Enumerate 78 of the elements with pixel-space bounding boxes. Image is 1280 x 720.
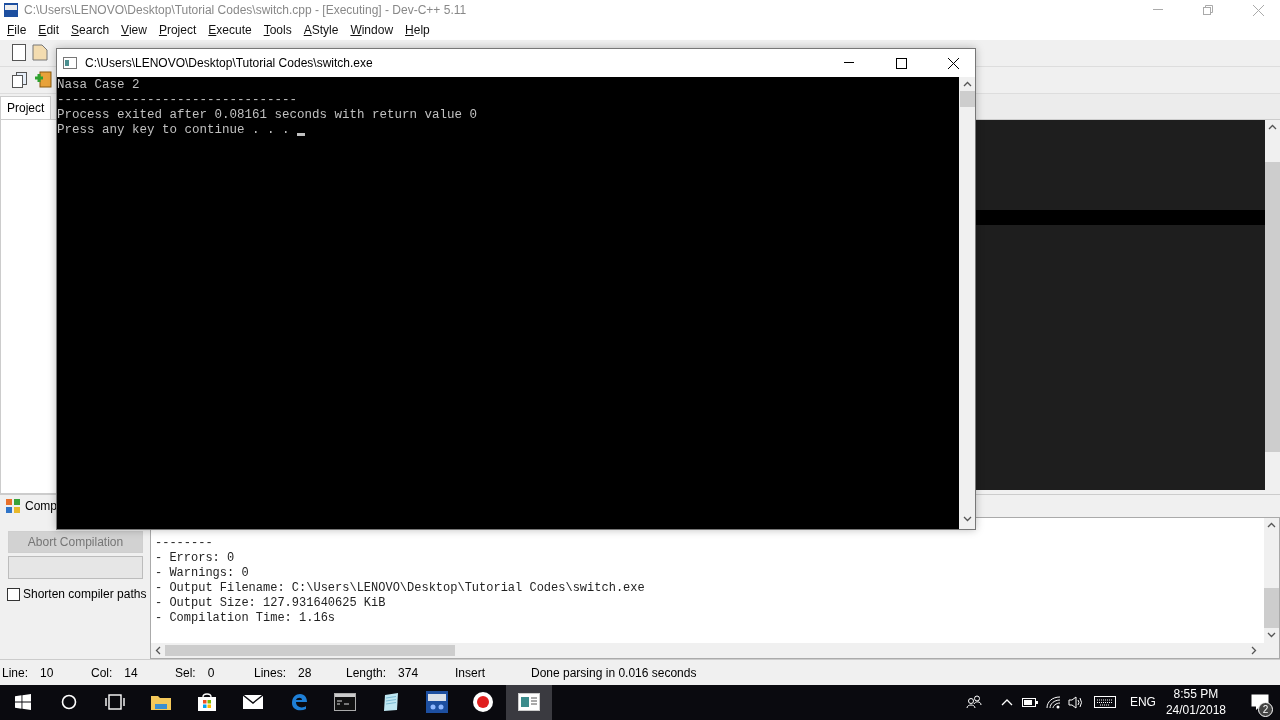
vertical-scrollbar[interactable] (1264, 518, 1279, 644)
minimize-icon[interactable] (844, 62, 854, 64)
menu-item[interactable]: AStyle (298, 22, 346, 37)
output-line: - Warnings: 0 (155, 566, 250, 582)
status-label: Sel: (175, 665, 196, 680)
add-file-icon[interactable] (34, 71, 52, 89)
console-app-icon (63, 57, 77, 69)
checkbox-label: Shorten compiler paths (23, 587, 147, 602)
notepad-icon[interactable] (381, 692, 401, 713)
people-icon[interactable] (966, 695, 983, 710)
output-line: - Output Size: 127.931640625 KiB (155, 596, 387, 612)
edit-mode: Insert (455, 665, 485, 680)
menu-item[interactable]: Window (345, 22, 401, 37)
console-line: Press any key to continue . . . (57, 123, 291, 138)
window-title: C:\Users\LENOVO\Desktop\Tutorial Codes\switch.cpp - [Executing] - Dev-C++ 5.11 (24, 3, 468, 17)
browser-icon[interactable] (289, 692, 309, 713)
status-value: 374 (398, 665, 419, 680)
menu-item[interactable]: Edit (33, 22, 67, 37)
clock-time[interactable]: 8:55 PM (1173, 686, 1219, 703)
menu-item[interactable]: Help (400, 22, 437, 37)
task-view-icon[interactable] (105, 694, 125, 711)
open-file-icon[interactable] (32, 44, 48, 62)
clock-date[interactable]: 24/01/2018 (1165, 702, 1226, 719)
output-line: - Errors: 0 (155, 551, 236, 567)
status-value: 14 (124, 665, 138, 680)
status-value: 0 (207, 665, 215, 680)
windows-logo-icon[interactable] (15, 694, 31, 711)
menu-item[interactable]: Project (153, 22, 204, 37)
language-indicator[interactable]: ENG (1129, 695, 1156, 710)
scrollbar-thumb[interactable] (1264, 588, 1279, 629)
scrollbar-thumb[interactable] (959, 91, 975, 107)
menu-item[interactable]: Tools (258, 22, 299, 37)
maximize-icon[interactable] (895, 57, 907, 69)
keyboard-icon[interactable] (1093, 696, 1116, 709)
panel-tab[interactable]: Project (0, 95, 52, 119)
output-line: -------- (155, 536, 214, 552)
status-label: Lines: (254, 665, 287, 680)
status-label: Line: (2, 665, 29, 680)
new-file-icon[interactable] (12, 44, 26, 62)
status-label: Length: (346, 665, 387, 680)
battery-icon[interactable] (1022, 698, 1039, 707)
envelope-icon[interactable] (242, 694, 264, 711)
status-label: Col: (91, 665, 113, 680)
console-title: C:\Users\LENOVO\Desktop\Tutorial Codes\switch.exe (85, 56, 374, 70)
record-icon[interactable] (472, 691, 494, 714)
speaker-icon[interactable] (1068, 696, 1085, 709)
menu-item[interactable]: Search (66, 22, 117, 37)
menu-item[interactable]: View (116, 22, 154, 37)
scrollbar-thumb[interactable] (165, 645, 455, 657)
app-window-icon[interactable] (518, 693, 540, 712)
status-value: 28 (298, 665, 312, 680)
panel-tab[interactable]: Comp (25, 499, 57, 514)
close-icon[interactable] (947, 57, 959, 69)
copy-icon[interactable] (12, 71, 28, 88)
grid-icon (6, 498, 21, 514)
status-value: 10 (40, 665, 54, 680)
output-line: - Output Filename: C:\Users\LENOVO\Desktop\Tutorial Codes\switch.exe (155, 581, 646, 597)
status-message: Done parsing in 0.016 seconds (531, 665, 697, 680)
vertical-scrollbar[interactable] (959, 77, 975, 529)
taskbar-button[interactable] (506, 685, 552, 720)
chevron-up-icon[interactable] (1001, 699, 1014, 706)
app-logo-icon (4, 3, 18, 17)
shopping-bag-icon[interactable] (197, 692, 217, 713)
wifi-icon[interactable] (1045, 696, 1061, 709)
scrollbar-thumb[interactable] (1265, 161, 1280, 452)
folder-icon[interactable] (150, 693, 172, 712)
checkbox[interactable] (7, 587, 20, 601)
terminal-icon[interactable] (334, 693, 356, 712)
console-line: -------------------------------- (57, 93, 298, 108)
ide-app-icon[interactable] (426, 691, 448, 714)
menu-item[interactable]: File (2, 22, 34, 37)
console-line: Nasa Case 2 (57, 78, 140, 93)
search-icon[interactable] (61, 694, 77, 711)
text-cursor (297, 133, 306, 136)
output-line: - Compilation Time: 1.16s (155, 611, 337, 627)
menu-item[interactable]: Execute (203, 22, 259, 37)
horizontal-scrollbar[interactable] (151, 643, 1279, 659)
console-line: Process exited after 0.08161 seconds with return value 0 (57, 108, 478, 123)
